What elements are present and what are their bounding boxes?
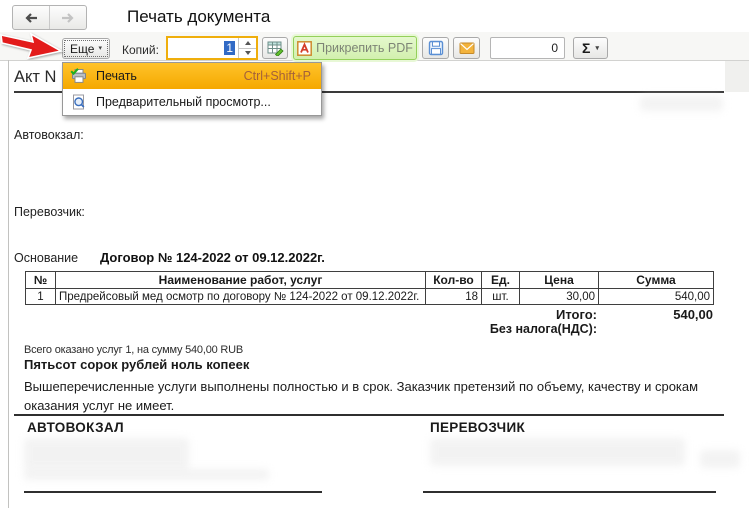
redacted-text	[430, 438, 685, 466]
terminal-label: Автовокзал:	[14, 128, 84, 142]
left-party-title: АВТОВОКЗАЛ	[27, 420, 124, 435]
redacted-text	[700, 450, 740, 468]
triangle-up-icon	[245, 41, 251, 45]
left-signature-line	[24, 491, 322, 493]
table-edit-icon	[267, 40, 284, 56]
menu-item-label: Предварительный просмотр...	[96, 95, 271, 109]
col-header: Сумма	[599, 272, 714, 289]
quantity-cell: 18	[426, 289, 482, 305]
stepper-down-button[interactable]	[239, 48, 256, 59]
sum-result-field[interactable]: 0	[490, 37, 565, 59]
disclaimer-paragraph: Вышеперечисленные услуги выполнены полно…	[24, 377, 724, 415]
amount-in-words: Пятьсот сорок рублей ноль копеек	[24, 357, 249, 372]
back-button[interactable]	[13, 6, 49, 29]
col-header: Наименование работ, услуг	[56, 272, 426, 289]
act-heading: Акт N	[14, 68, 56, 87]
email-button[interactable]	[453, 37, 480, 59]
chevron-down-icon: ▾	[98, 45, 102, 52]
save-button[interactable]	[422, 37, 449, 59]
total-label: Итого:	[420, 307, 597, 322]
table-row: 1 Предрейсовый мед осмотр по договору № …	[26, 289, 714, 305]
stepper-arrows	[238, 38, 256, 58]
more-button-label: Еще	[70, 42, 94, 56]
menu-item-print[interactable]: Печать Ctrl+Shift+P	[63, 63, 321, 89]
col-header: Ед.	[482, 272, 520, 289]
history-nav-group	[12, 5, 87, 30]
no-tax-label: Без налога(НДС):	[380, 322, 597, 336]
table-settings-button[interactable]	[262, 37, 288, 59]
redacted-text	[24, 469, 269, 480]
triangle-down-icon	[245, 51, 251, 55]
amount-cell: 540,00	[599, 289, 714, 305]
envelope-icon	[459, 41, 475, 55]
row-number-cell: 1	[26, 289, 56, 305]
service-name-cell: Предрейсовый мед осмотр по договору № 12…	[56, 289, 426, 305]
chevron-down-icon: ▾	[595, 45, 599, 52]
table-header-row: № Наименование работ, услуг Кол-во Ед. Ц…	[26, 272, 714, 289]
unit-cell: шт.	[482, 289, 520, 305]
copies-label: Копий:	[122, 43, 159, 57]
menu-item-shortcut: Ctrl+Shift+P	[244, 69, 311, 83]
carrier-label: Перевозчик:	[14, 205, 85, 219]
print-document-window: Печать документа Еще ▾ Копий: 1	[0, 0, 749, 508]
redacted-text	[640, 96, 723, 111]
menu-item-print-preview[interactable]: Предварительный просмотр...	[63, 89, 321, 115]
forward-button[interactable]	[49, 6, 86, 29]
more-button[interactable]: Еще ▾	[62, 38, 110, 59]
printer-icon	[70, 68, 87, 84]
page-left-border	[8, 60, 9, 508]
services-table: № Наименование работ, услуг Кол-во Ед. Ц…	[25, 271, 714, 305]
forward-arrow-icon	[60, 11, 76, 25]
price-cell: 30,00	[520, 289, 599, 305]
copies-value[interactable]: 1	[168, 38, 238, 58]
more-dropdown-menu: Печать Ctrl+Shift+P Предварительный прос…	[62, 62, 322, 116]
right-party-title: ПЕРЕВОЗЧИК	[430, 420, 525, 435]
back-arrow-icon	[23, 11, 39, 25]
page-edge-shade	[725, 61, 749, 92]
col-header: Кол-во	[426, 272, 482, 289]
services-summary-line: Всего оказано услуг 1, на сумму 540,00 R…	[24, 344, 243, 356]
col-header: №	[26, 272, 56, 289]
basis-value: Договор № 124-2022 от 09.12.2022г.	[100, 250, 325, 265]
menu-item-label: Печать	[96, 69, 137, 83]
print-preview-icon	[70, 94, 87, 110]
basis-label: Основание	[14, 251, 78, 265]
attach-pdf-button[interactable]: Прикрепить PDF	[293, 36, 417, 60]
col-header: Цена	[520, 272, 599, 289]
pdf-icon	[297, 41, 312, 56]
floppy-disk-icon	[428, 40, 444, 56]
page-title: Печать документа	[127, 7, 270, 27]
signature-section-divider	[14, 414, 724, 416]
sigma-icon: Σ	[582, 40, 590, 56]
total-value: 540,00	[601, 307, 713, 322]
redacted-text	[24, 438, 189, 470]
right-signature-line	[423, 491, 716, 493]
attach-pdf-label: Прикрепить PDF	[316, 41, 413, 55]
autosum-button[interactable]: Σ ▾	[573, 37, 608, 59]
stepper-up-button[interactable]	[239, 38, 256, 48]
copies-stepper[interactable]: 1	[166, 36, 258, 60]
toolbar: Еще ▾ Копий: 1	[0, 32, 749, 61]
